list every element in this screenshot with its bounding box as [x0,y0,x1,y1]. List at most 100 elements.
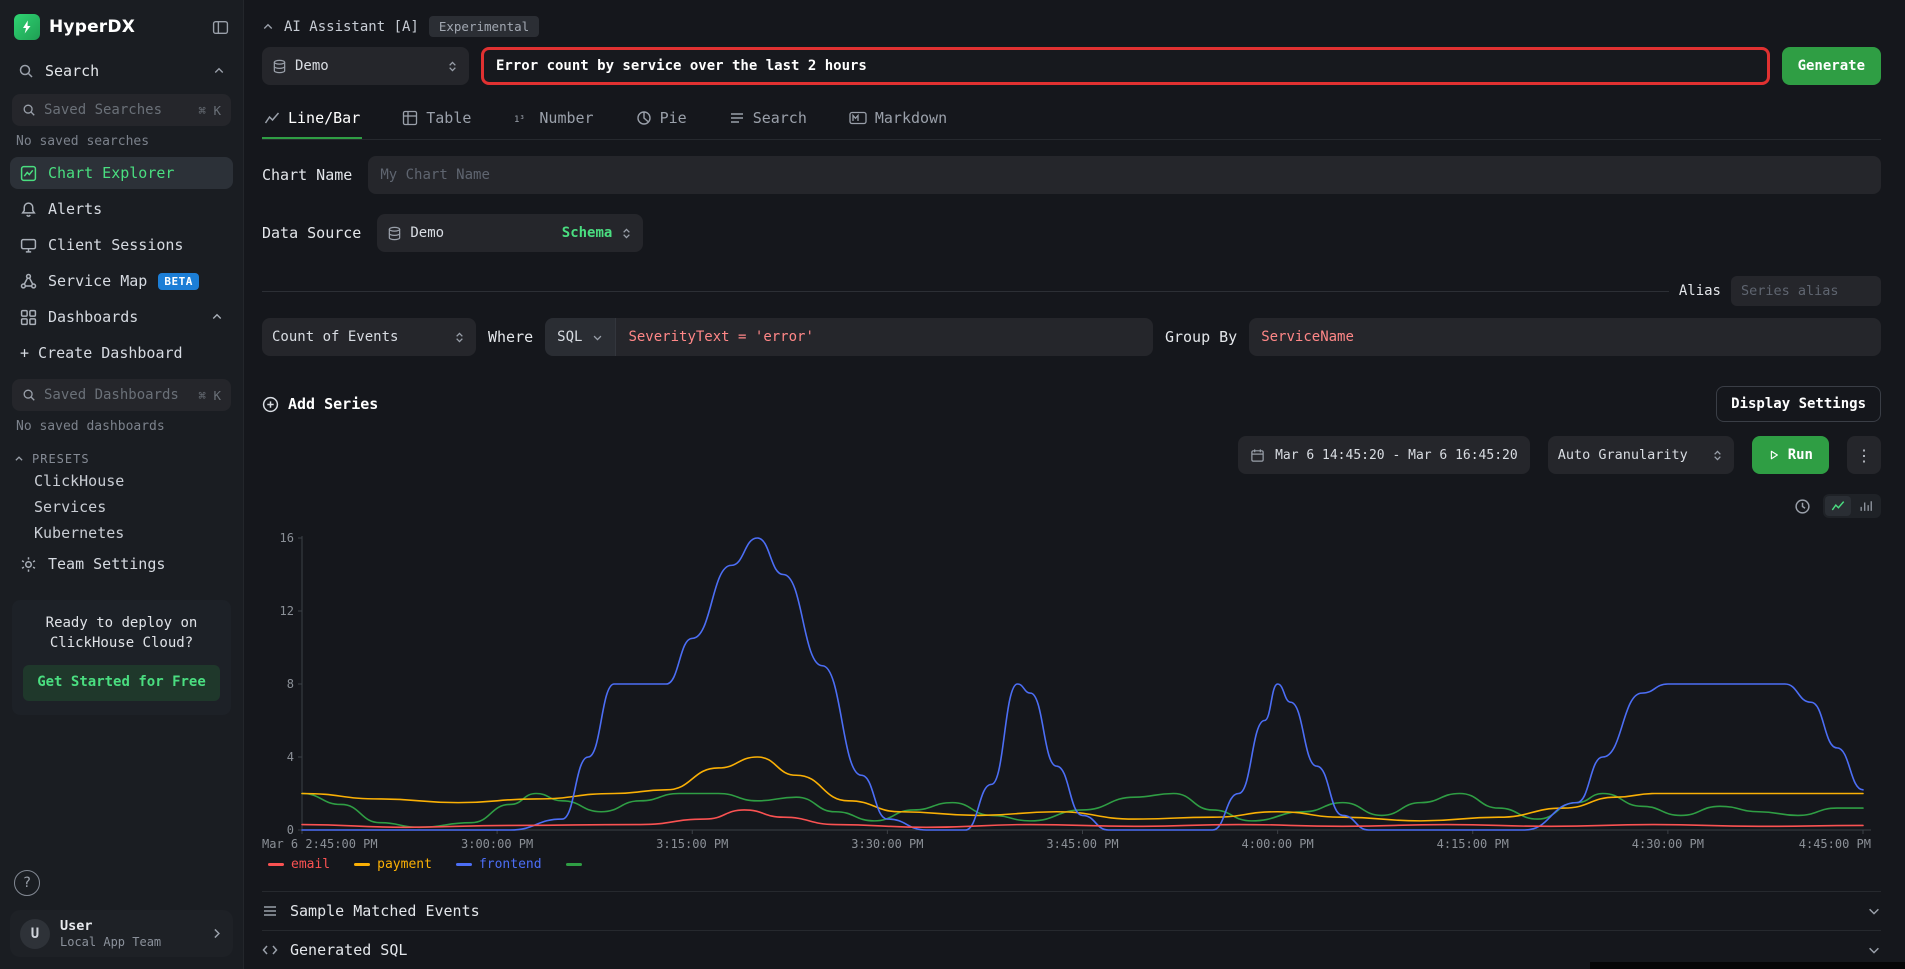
user-name: User [60,918,161,934]
saved-searches-searchbox[interactable]: ⌘ K [12,94,231,126]
aggregation-value: Count of Events [272,329,398,345]
legend-item-email[interactable]: email [268,857,330,872]
data-source-value: Demo [410,225,444,241]
chevron-down-icon [1867,904,1881,918]
tab-pie[interactable]: Pie [634,99,689,139]
sidebar-item-service-map[interactable]: Service Map BETA [10,265,233,297]
chart-name-label: Chart Name [262,166,352,184]
get-started-button[interactable]: Get Started for Free [23,665,220,701]
beta-badge: BETA [158,273,199,290]
group-by-input[interactable] [1249,318,1881,356]
aggregation-select[interactable]: Count of Events [262,318,476,356]
sidebar-item-label: Team Settings [48,555,165,573]
legend-dash [354,863,370,866]
sidebar-section-search-label: Search [45,62,99,80]
series-divider: Alias [262,276,1881,306]
preset-item-clickhouse[interactable]: ClickHouse [0,468,243,494]
legend-item-frontend[interactable]: frontend [456,857,542,872]
sidebar-item-label: Alerts [48,200,102,218]
saved-dashboards-searchbox[interactable]: ⌘ K [12,379,231,411]
sidebar-item-alerts[interactable]: Alerts [10,193,233,225]
generate-button[interactable]: Generate [1782,47,1881,85]
database-icon [272,59,287,74]
ai-prompt-input[interactable] [481,47,1770,85]
tab-line-bar[interactable]: Line/Bar [262,99,362,139]
legend-item-payment[interactable]: payment [354,857,432,872]
presets-section-header[interactable]: PRESETS [14,452,227,466]
selector-icon [446,60,459,73]
database-icon [387,226,402,241]
alias-input[interactable] [1731,276,1881,306]
chevron-up-icon [14,454,24,464]
tab-markdown[interactable]: Markdown [847,99,949,139]
timeseries-chart[interactable]: 0481216Mar 6 2:45:00 PM3:00:00 PM3:15:00… [262,530,1881,852]
display-settings-button[interactable]: Display Settings [1716,386,1881,422]
experimental-badge: Experimental [429,16,539,37]
sidebar-collapse-icon[interactable] [212,19,229,36]
sidebar-item-label: Chart Explorer [48,164,174,182]
bar-chart-toggle[interactable] [1853,496,1879,516]
number-icon: 1³ [513,110,531,126]
monitor-icon [20,237,37,254]
sidebar-item-chart-explorer[interactable]: Chart Explorer [10,157,233,189]
source-select[interactable]: Demo [262,47,469,85]
add-series-button[interactable]: Add Series [262,395,378,413]
help-button[interactable]: ? [14,870,40,896]
calendar-icon [1250,448,1265,463]
svg-text:4: 4 [287,750,294,764]
chart-name-input[interactable] [368,156,1881,194]
preset-item-kubernetes[interactable]: Kubernetes [0,520,243,546]
saved-searches-field[interactable] [44,102,190,118]
clock-icon[interactable] [1794,498,1811,515]
svg-text:3:45:00 PM: 3:45:00 PM [1046,837,1118,851]
sidebar-section-search[interactable]: Search [10,56,233,86]
sidebar-item-client-sessions[interactable]: Client Sessions [10,229,233,261]
service-map-icon [20,273,37,290]
schema-link[interactable]: Schema [562,225,613,241]
where-filter: SQL [545,318,1153,356]
run-button[interactable]: Run [1752,436,1829,474]
where-language-select[interactable]: SQL [545,318,616,356]
legend-item-unnamed[interactable] [566,863,589,866]
tab-search[interactable]: Search [727,99,809,139]
ai-assistant-label: AI Assistant [A] [284,19,419,35]
time-range-picker[interactable]: Mar 6 14:45:20 - Mar 6 16:45:20 [1238,436,1530,474]
granularity-select[interactable]: Auto Granularity [1548,436,1734,474]
svg-text:3:15:00 PM: 3:15:00 PM [656,837,728,851]
where-label: Where [488,328,533,346]
user-menu[interactable]: U User Local App Team [10,910,233,957]
horizontal-scrollbar[interactable] [1590,962,1905,969]
saved-dashboards-field[interactable] [44,387,190,403]
plus-circle-icon [262,396,279,413]
chart-type-tabs: Line/Bar Table 1³ Number Pie [262,99,1881,140]
sidebar-item-dashboards[interactable]: Dashboards [10,301,233,333]
line-chart-toggle[interactable] [1825,496,1851,516]
app-title: HyperDX [49,17,135,37]
clickhouse-cloud-promo: Ready to deploy on ClickHouse Cloud? Get… [12,600,231,715]
chart-style-toggle [1823,494,1881,518]
chevron-right-icon [210,927,223,940]
sidebar-item-team-settings[interactable]: Team Settings [10,548,233,580]
grid-icon [20,309,37,326]
sidebar-item-label: Client Sessions [48,236,183,254]
preset-item-services[interactable]: Services [0,494,243,520]
list-icon [262,903,278,919]
svg-text:8: 8 [287,677,294,691]
svg-text:0: 0 [287,823,294,837]
tab-number[interactable]: 1³ Number [511,99,595,139]
svg-text:4:00:00 PM: 4:00:00 PM [1242,837,1314,851]
svg-text:3:00:00 PM: 3:00:00 PM [461,837,533,851]
tab-table[interactable]: Table [400,99,473,139]
ai-assistant-header: AI Assistant [A] Experimental [262,0,1881,39]
data-source-select[interactable]: Demo Schema [377,214,643,252]
chart-explorer-icon [20,165,37,182]
more-options-button[interactable]: ⋮ [1847,436,1881,474]
sample-matched-events-section[interactable]: Sample Matched Events [262,891,1881,930]
legend-dash [566,863,582,866]
keyboard-shortcut: ⌘ K [198,103,221,118]
svg-text:Mar 6 2:45:00 PM: Mar 6 2:45:00 PM [262,837,378,851]
where-input[interactable] [616,318,1153,356]
chevron-up-icon[interactable] [262,21,274,33]
sidebar: HyperDX Search ⌘ K No saved searches [0,0,244,969]
sidebar-item-create-dashboard[interactable]: + Create Dashboard [10,337,233,369]
